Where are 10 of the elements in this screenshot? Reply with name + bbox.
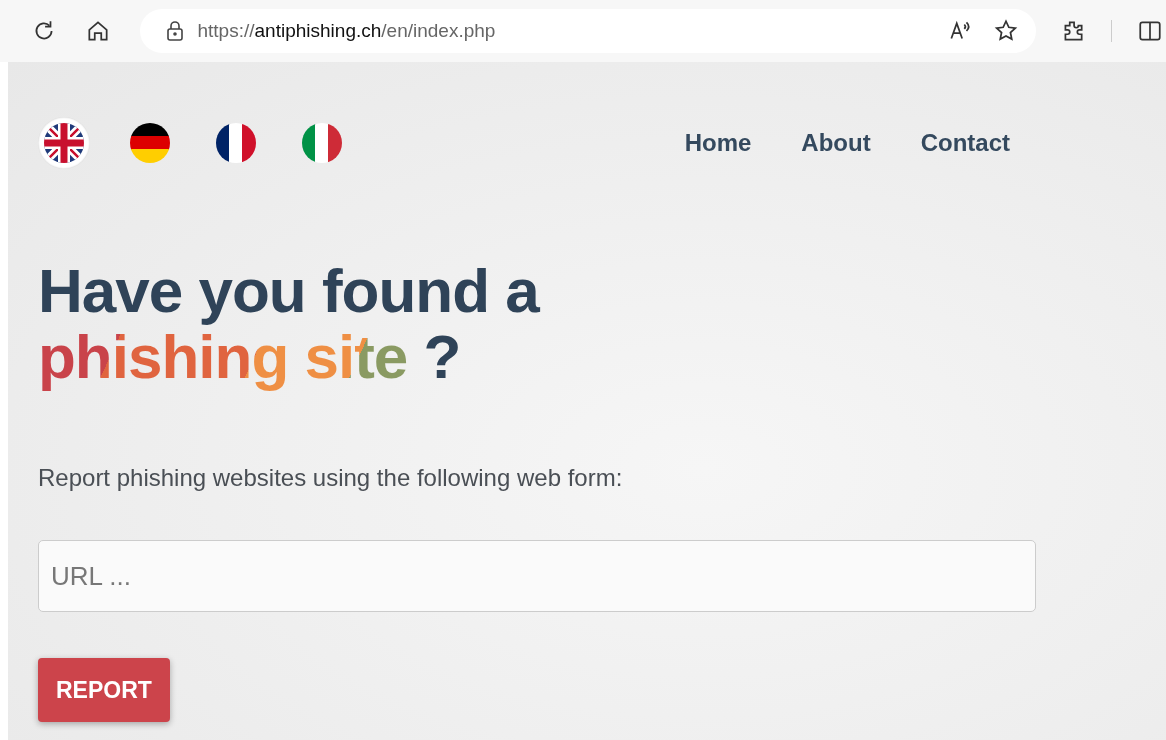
nav-link[interactable]: About: [801, 129, 871, 157]
report-button[interactable]: REPORT: [38, 658, 170, 722]
headline: Have you found a phishing site ?: [38, 258, 541, 390]
intro-text: Report phishing websites using the following web form:: [38, 464, 624, 492]
lock-icon: [165, 20, 184, 42]
address-bar[interactable]: https://antiphishing.ch/en/index.php: [139, 9, 1036, 53]
nav-link[interactable]: Contact: [920, 129, 1010, 157]
url-text: https://antiphishing.ch/en/index.php: [197, 20, 497, 42]
nav-link[interactable]: Home: [684, 129, 752, 157]
url-input-field[interactable]: URL ...: [38, 540, 1036, 612]
